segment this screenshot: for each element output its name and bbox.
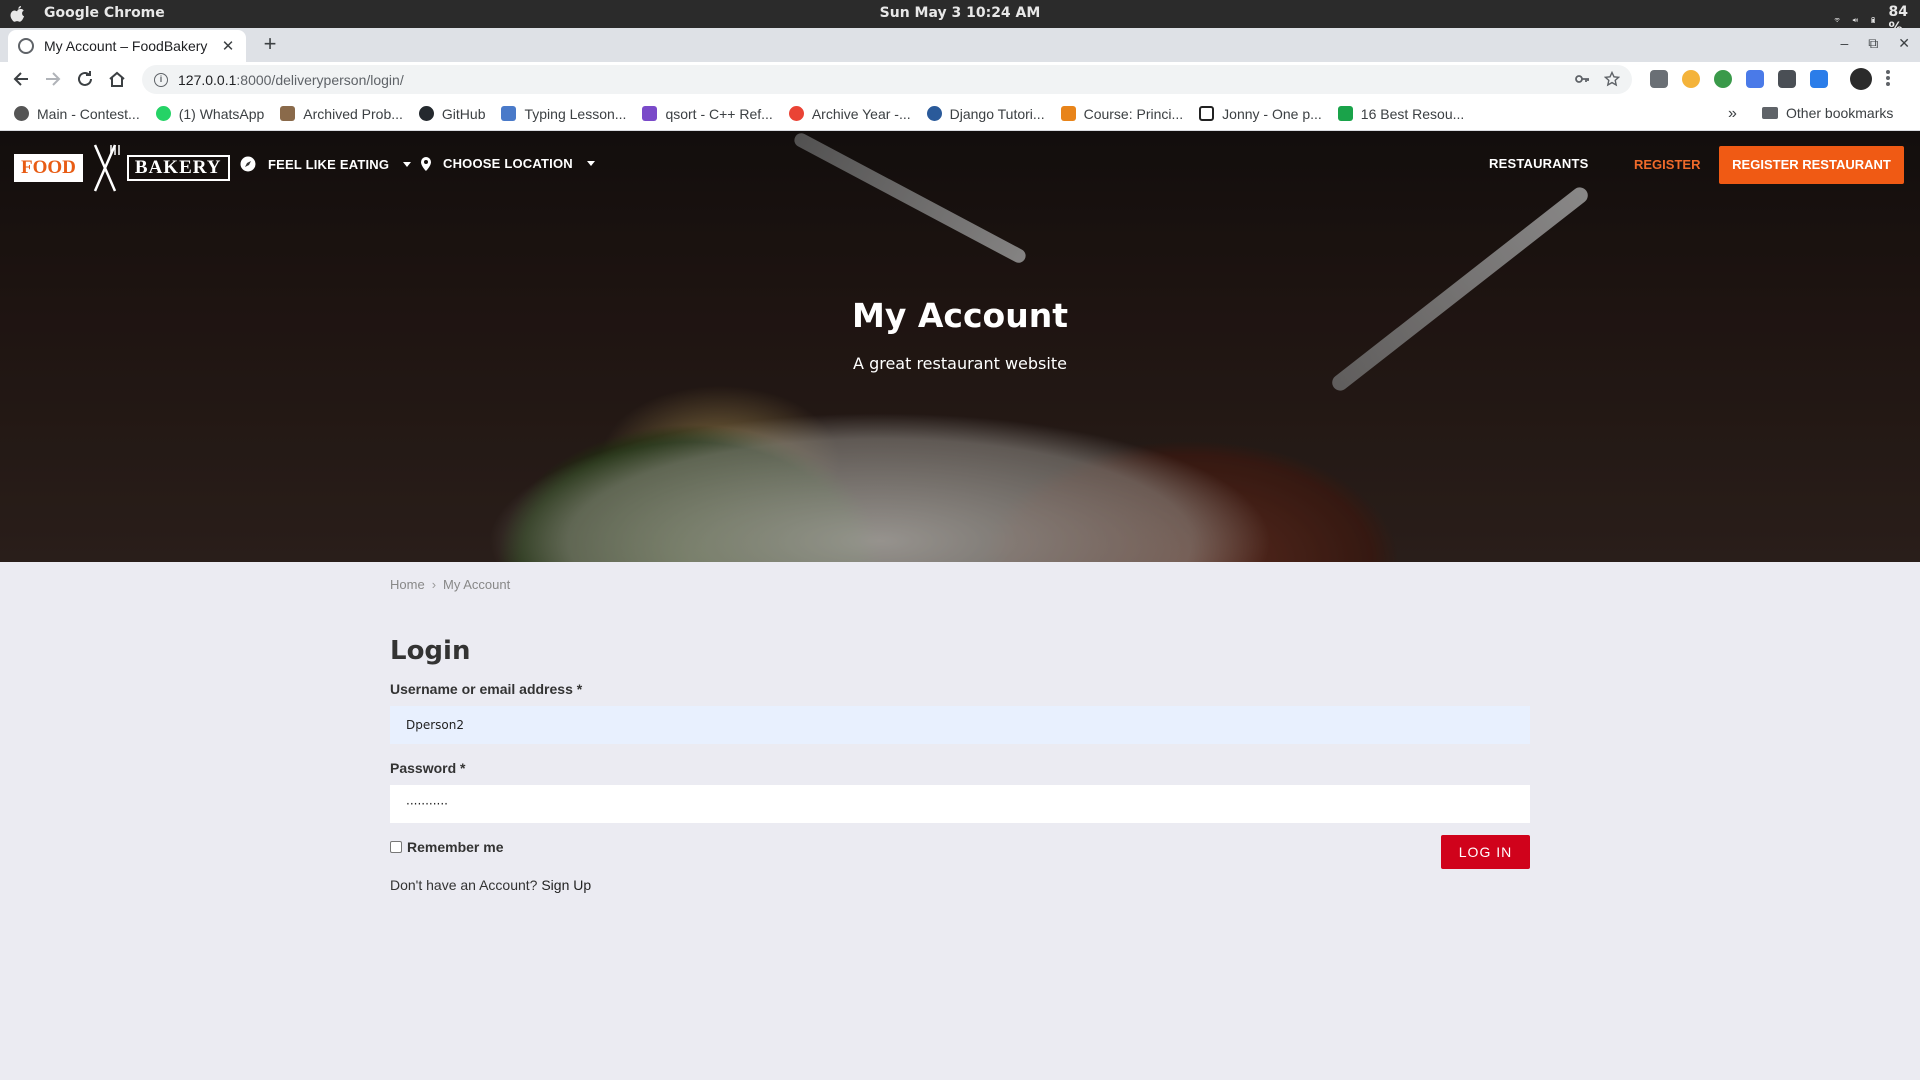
tab-strip: My Account – FoodBakery ✕ + – ⧉ ✕ — [0, 28, 1920, 62]
password-label: Password * — [390, 760, 466, 776]
omnibox-actions — [1574, 71, 1620, 87]
no-account-text: Don't have an Account? — [390, 877, 538, 893]
nav-choose-location[interactable]: CHOOSE LOCATION — [421, 156, 595, 171]
login-heading: Login — [390, 636, 471, 666]
reload-icon[interactable] — [74, 68, 96, 90]
bookmark-item[interactable]: (1) WhatsApp — [155, 106, 264, 122]
remember-me[interactable]: Remember me — [390, 839, 504, 855]
compass-icon — [240, 156, 256, 172]
logo-bakery-text: BAKERY — [126, 155, 230, 181]
hero-overlay — [0, 131, 1920, 562]
bookmark-item[interactable]: Django Tutori... — [926, 106, 1045, 122]
bookmark-favicon-icon — [1199, 106, 1215, 121]
bookmark-favicon-icon — [642, 106, 658, 121]
battery-icon[interactable] — [1870, 17, 1876, 24]
extension-icons — [1650, 68, 1890, 90]
system-clock[interactable]: Sun May 3 10:24 AM — [0, 5, 1920, 21]
whatsapp-icon — [155, 106, 171, 121]
bookmark-item[interactable]: Archived Prob... — [280, 106, 403, 122]
chrome-menu-icon[interactable] — [1886, 70, 1890, 86]
translate-extension-icon[interactable] — [1746, 70, 1764, 88]
cookie-extension-icon[interactable] — [1682, 70, 1700, 88]
bookmarks-bar: Main - Contest... (1) WhatsApp Archived … — [0, 97, 1920, 131]
close-window-button[interactable]: ✕ — [1898, 35, 1910, 52]
shield-extension-icon[interactable] — [1778, 70, 1796, 88]
bookmark-favicon-icon — [14, 106, 29, 121]
new-tab-button[interactable]: + — [258, 33, 282, 57]
browser-toolbar: i 127.0.0.1:8000/deliveryperson/login/ — [0, 62, 1920, 97]
hero-banner — [0, 131, 1920, 562]
window-controls: – ⧉ ✕ — [1840, 35, 1910, 52]
bookmark-favicon-icon — [501, 106, 517, 121]
checkmark-extension-icon[interactable] — [1810, 70, 1828, 88]
globe-favicon-icon — [18, 38, 34, 54]
bookmark-star-icon[interactable] — [1604, 71, 1620, 87]
address-bar[interactable]: i 127.0.0.1:8000/deliveryperson/login/ — [142, 65, 1632, 94]
google-icon — [788, 106, 804, 121]
chevron-down-icon — [403, 161, 412, 167]
profile-avatar-icon[interactable] — [1850, 68, 1872, 90]
signup-link[interactable]: Sign Up — [541, 877, 591, 893]
login-button[interactable]: LOG IN — [1441, 835, 1530, 869]
username-input[interactable] — [390, 706, 1530, 744]
url-path: :8000/deliveryperson/login/ — [236, 71, 404, 88]
bookmark-favicon-icon — [1060, 106, 1076, 121]
forward-arrow-icon[interactable] — [42, 68, 64, 90]
home-icon[interactable] — [106, 68, 128, 90]
folder-icon — [1762, 107, 1778, 119]
bookmark-item[interactable]: 16 Best Resou... — [1337, 106, 1464, 122]
bookmark-favicon-icon — [280, 106, 296, 121]
register-link[interactable]: REGISTER — [1634, 157, 1700, 172]
bookmark-favicon-icon — [926, 106, 942, 121]
key-icon[interactable] — [1574, 71, 1590, 87]
os-top-bar: Google Chrome Sun May 3 10:24 AM 84 % — [0, 0, 1920, 36]
active-app-name[interactable]: Google Chrome — [44, 5, 165, 21]
signup-prompt: Don't have an Account? Sign Up — [390, 877, 591, 893]
page-title: My Account — [852, 296, 1068, 335]
restore-window-button[interactable]: ⧉ — [1868, 35, 1878, 52]
remember-me-label: Remember me — [407, 839, 504, 855]
remember-me-checkbox[interactable] — [390, 841, 402, 853]
bookmark-item[interactable]: Main - Contest... — [14, 106, 140, 122]
more-bookmarks-chevron-icon[interactable]: » — [1728, 105, 1737, 123]
github-icon — [418, 106, 434, 121]
bookmark-favicon-icon — [1337, 106, 1353, 121]
tab-my-account[interactable]: My Account – FoodBakery ✕ — [8, 30, 246, 62]
location-pin-icon — [421, 156, 431, 171]
tab-title: My Account – FoodBakery — [44, 38, 208, 54]
breadcrumb-current: My Account — [443, 577, 511, 592]
wifi-icon[interactable] — [1834, 17, 1840, 23]
bookmark-item[interactable]: Archive Year -... — [788, 106, 911, 122]
other-bookmarks[interactable]: Other bookmarks — [1762, 105, 1893, 121]
site-info-icon[interactable]: i — [154, 72, 168, 87]
volume-icon[interactable] — [1852, 17, 1858, 23]
close-tab-icon[interactable]: ✕ — [220, 37, 236, 55]
globe-extension-icon[interactable] — [1714, 70, 1732, 88]
username-label: Username or email address * — [390, 681, 583, 697]
back-arrow-icon[interactable] — [10, 68, 32, 90]
breadcrumb-separator: › — [431, 577, 437, 592]
fork-knife-logo-icon — [93, 144, 120, 192]
nav-feel-like-eating[interactable]: FEEL LIKE EATING — [240, 156, 412, 172]
bookmark-item[interactable]: GitHub — [418, 106, 485, 122]
site-logo[interactable]: FOOD BAKERY — [14, 143, 230, 193]
apple-icon[interactable] — [10, 5, 26, 23]
password-input[interactable] — [390, 785, 1530, 823]
url-host: 127.0.0.1 — [178, 71, 237, 88]
bookmark-item[interactable]: qsort - C++ Ref... — [642, 106, 773, 122]
minimize-window-button[interactable]: – — [1840, 35, 1848, 52]
bookmark-item[interactable]: Course: Princi... — [1060, 106, 1183, 122]
logo-food-text: FOOD — [14, 154, 83, 182]
pen-extension-icon[interactable] — [1650, 70, 1668, 88]
breadcrumb-home[interactable]: Home — [390, 577, 425, 592]
chevron-down-icon — [586, 161, 595, 166]
bookmark-item[interactable]: Typing Lesson... — [501, 106, 626, 122]
register-restaurant-button[interactable]: REGISTER RESTAURANT — [1719, 146, 1904, 184]
bookmark-item[interactable]: Jonny - One p... — [1199, 106, 1322, 122]
page-subtitle: A great restaurant website — [853, 354, 1067, 373]
breadcrumb: Home › My Account — [390, 577, 510, 592]
nav-restaurants[interactable]: RESTAURANTS — [1489, 156, 1588, 171]
